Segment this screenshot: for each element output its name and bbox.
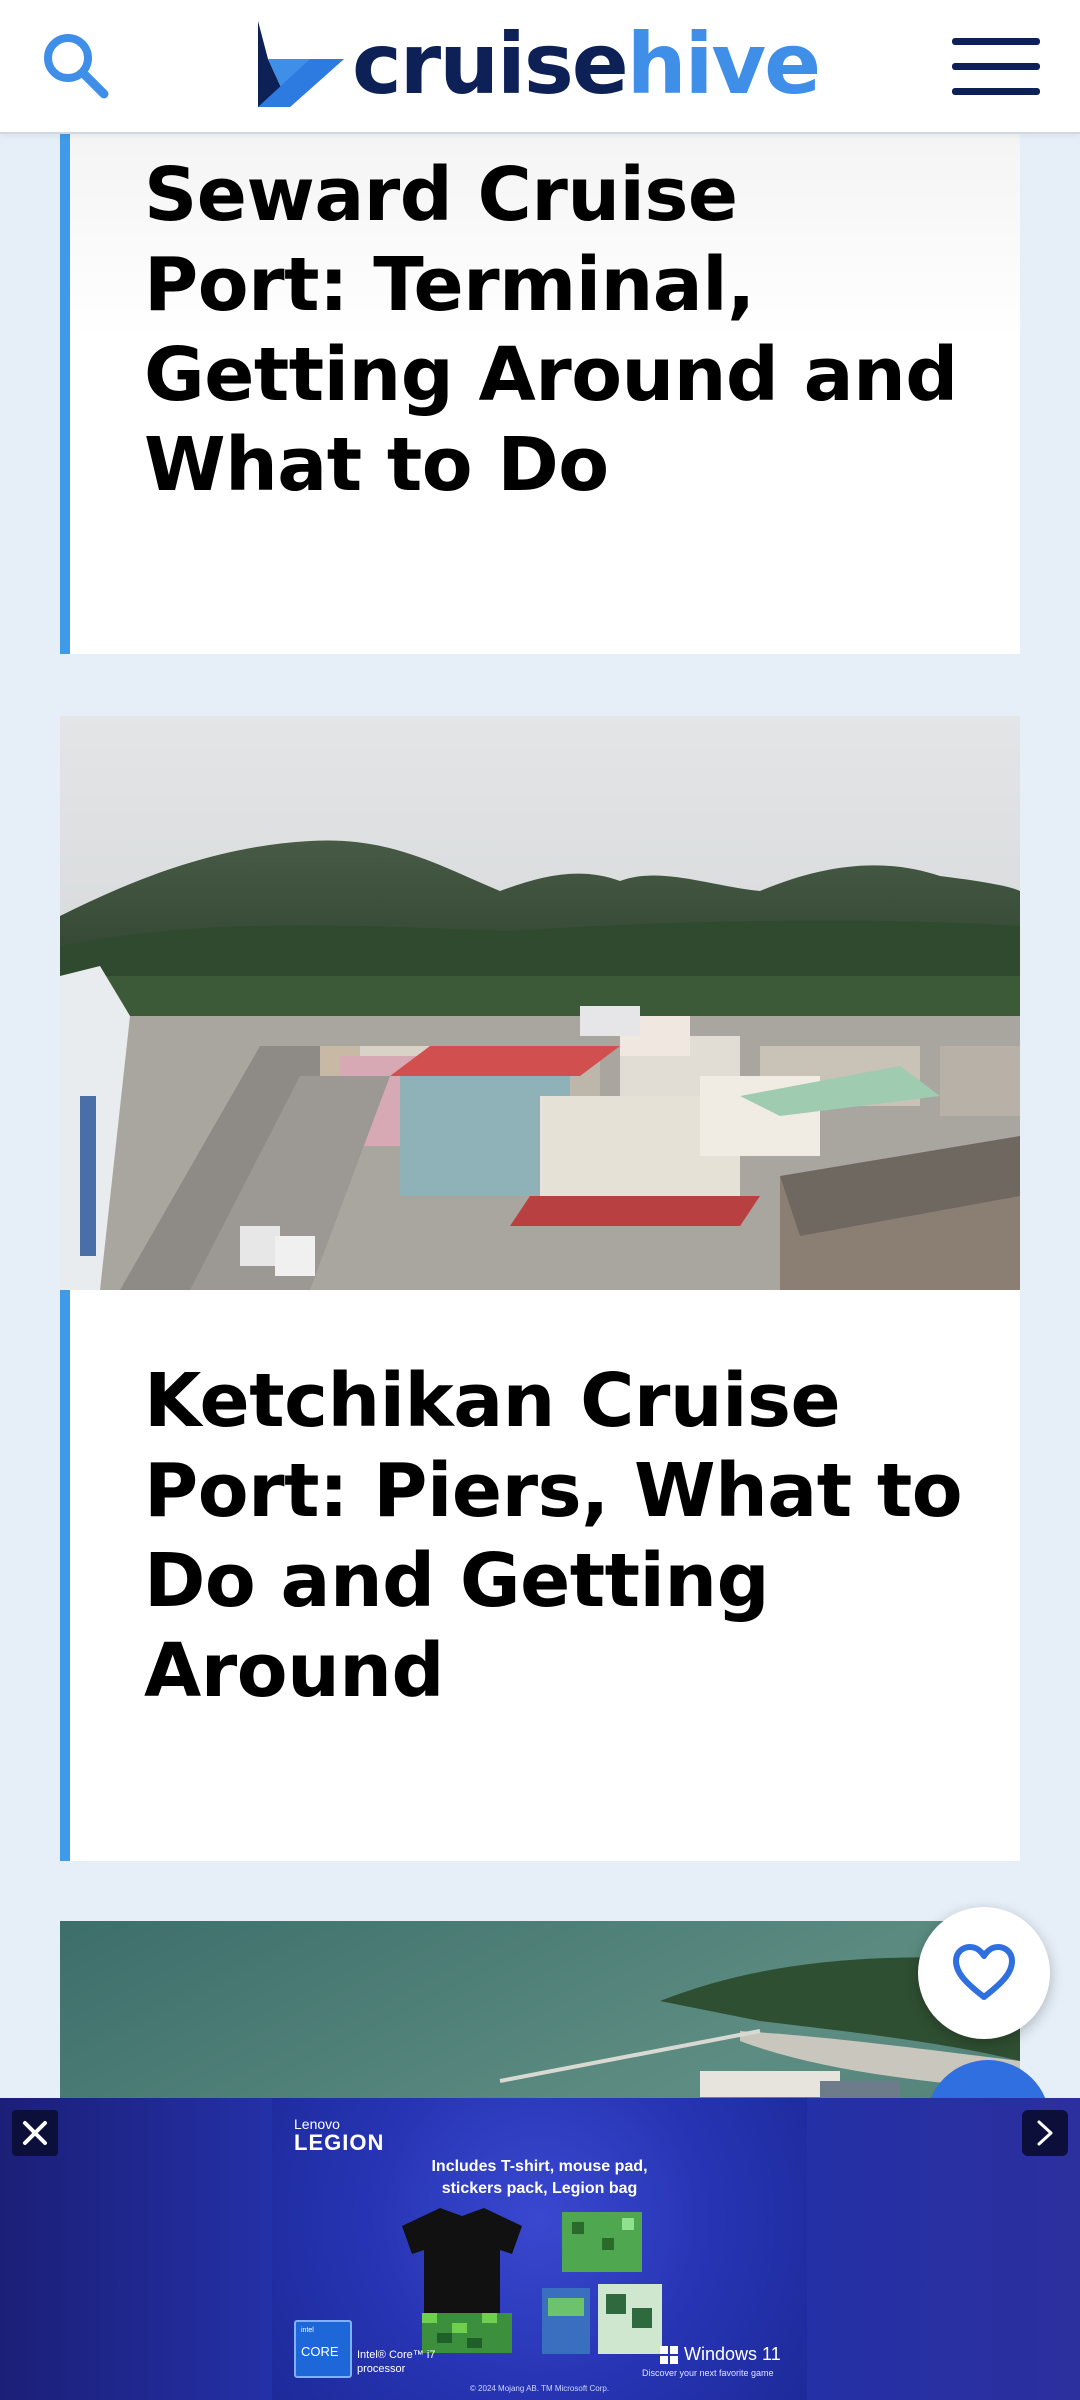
ad-headline: Includes T-shirt, mouse pad, stickers pa… — [272, 2156, 807, 2200]
hamburger-menu-icon — [952, 38, 1040, 45]
logo-text: cruisehive — [352, 22, 821, 106]
article-title[interactable]: Ketchikan Cruise Port: Piers, What to Do… — [144, 1356, 964, 1716]
hamburger-line — [952, 63, 1040, 70]
site-logo[interactable]: cruisehive — [250, 14, 821, 114]
search-button[interactable] — [38, 28, 114, 104]
ad-next-button[interactable] — [1022, 2110, 1068, 2156]
windows-logo-text: Windows 11 — [660, 2344, 781, 2365]
ad-headline-line: stickers pack, Legion bag — [441, 2180, 638, 2197]
intel-core-badge: intel CORE — [294, 2320, 352, 2378]
ad-close-button[interactable] — [12, 2110, 58, 2156]
close-icon — [23, 2121, 47, 2145]
intel-label: intel — [301, 2327, 314, 2334]
windows-label: Windows 11 — [684, 2344, 781, 2364]
ketchikan-photo — [60, 716, 1020, 1290]
core-label: CORE — [301, 2344, 339, 2359]
windows-sub: Discover your next favorite game — [642, 2368, 774, 2378]
article-card[interactable]: Ketchikan Cruise Port: Piers, What to Do… — [60, 716, 1020, 1861]
chevron-right-icon — [1037, 2120, 1053, 2146]
ad-brand: LEGION — [294, 2130, 385, 2155]
processor-text: Intel® Core™ i7 processor — [357, 2349, 436, 2375]
article-image[interactable] — [60, 716, 1020, 1290]
article-title[interactable]: Seward Cruise Port: Terminal, Getting Ar… — [144, 150, 964, 510]
logo-mark-icon — [258, 21, 344, 107]
card-accent-bar — [60, 1290, 70, 1861]
search-icon — [44, 34, 109, 99]
ad-banner[interactable]: Lenovo LEGION Includes T-shirt, mouse pa… — [0, 2098, 1080, 2400]
logo-text-hive: hive — [626, 15, 821, 113]
favorite-button[interactable] — [918, 1907, 1050, 2039]
article-card[interactable]: Seward Cruise Port: Terminal, Getting Ar… — [60, 132, 1020, 654]
ad-creative[interactable]: Lenovo LEGION Includes T-shirt, mouse pa… — [272, 2098, 807, 2400]
hamburger-line — [952, 88, 1040, 95]
ad-headline-line: Includes T-shirt, mouse pad, — [431, 2158, 648, 2175]
menu-button[interactable] — [952, 38, 1040, 102]
card-accent-bar — [60, 132, 70, 654]
logo-text-cruise: cruise — [352, 15, 629, 113]
site-header: cruisehive — [0, 0, 1080, 134]
ad-legal: © 2024 Mojang AB. TM Microsoft Corp. — [469, 2384, 610, 2393]
ad-products-image — [402, 2208, 662, 2354]
heart-icon — [953, 1944, 1015, 2000]
windows-icon — [660, 2345, 678, 2364]
